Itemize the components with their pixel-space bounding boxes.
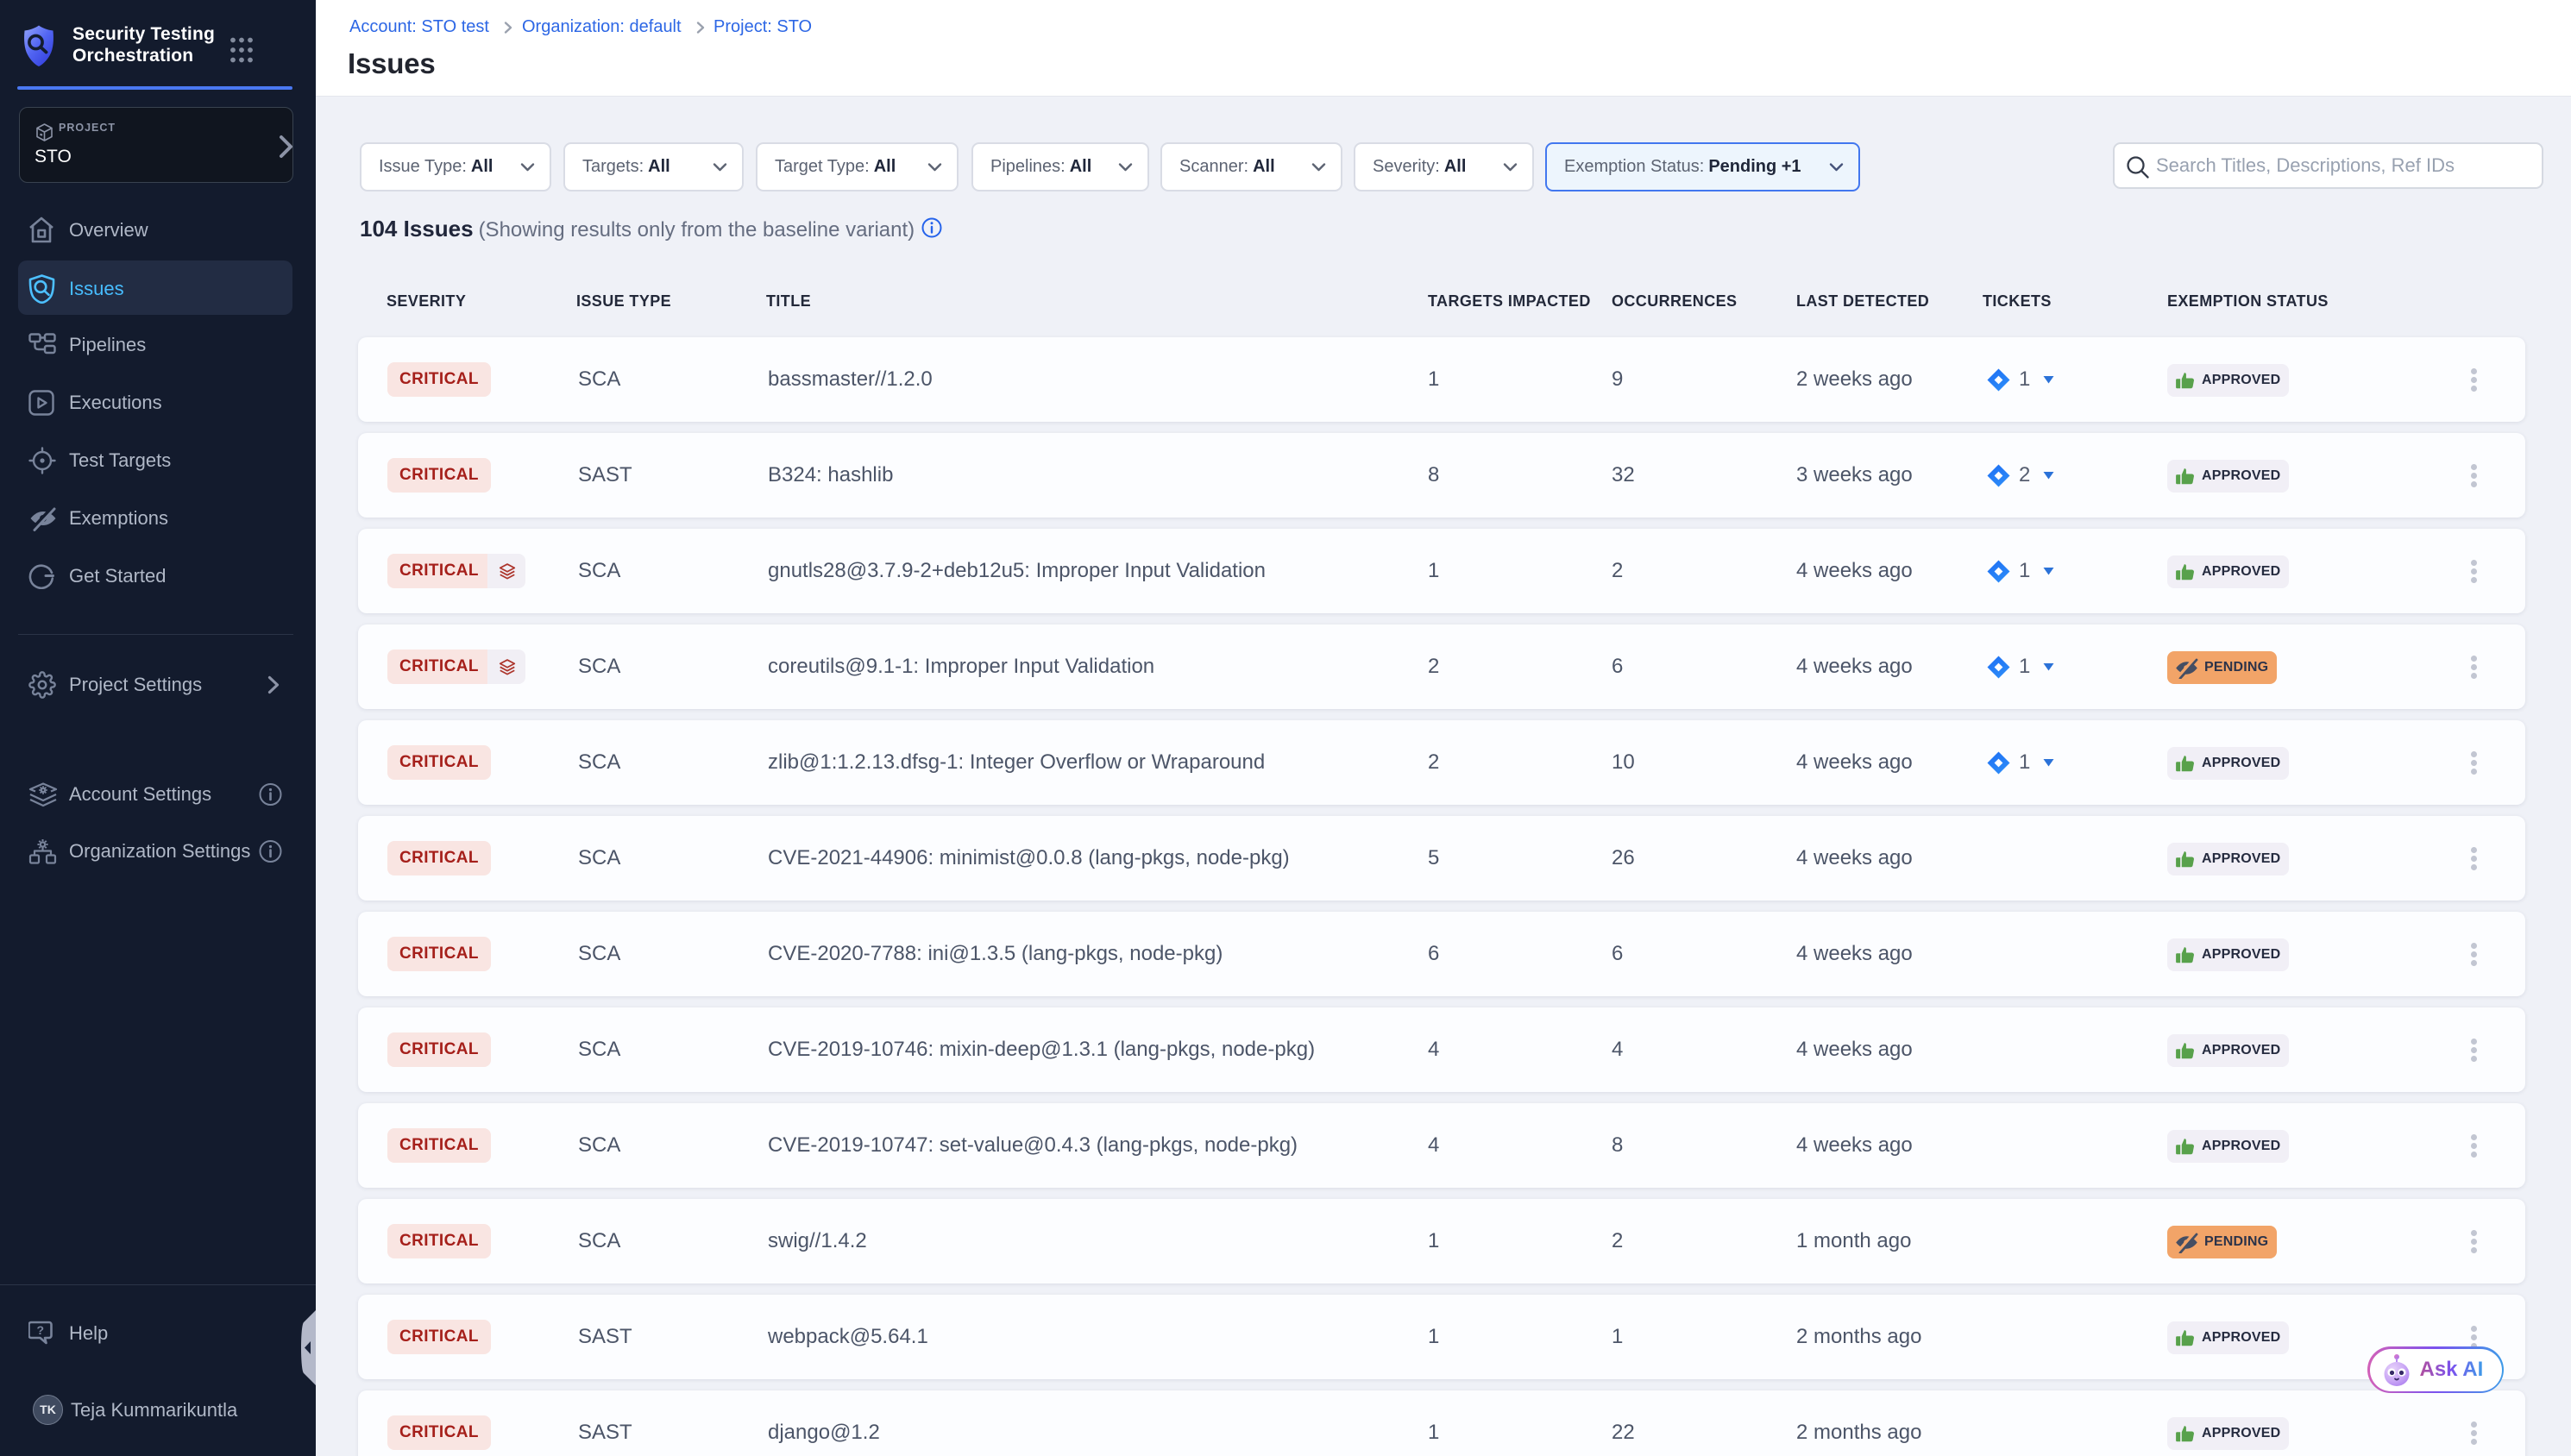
svg-text:?: ?	[37, 1323, 45, 1337]
